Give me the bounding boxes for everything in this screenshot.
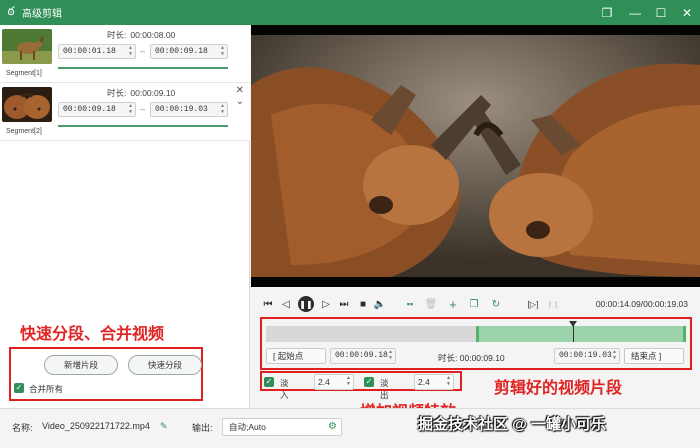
merge-all-label: 合并所有 [29,384,64,394]
segment-duration: 时长: 00:00:08.00 [107,30,176,40]
range-dash: – [140,104,146,114]
range-editor: [ 起始点 00:00:09.18 ▲ ▼ 时长: 00:00:09.10 00:0… [264,345,688,367]
refresh-icon[interactable]: ↻ [489,297,503,311]
close-icon[interactable]: ✕ [674,0,700,25]
timeline-selection[interactable] [476,326,686,342]
segment-name: Segment[2] [6,128,42,135]
range-dash: – [140,46,146,56]
output-select[interactable]: 自动;Auto ⚙ [222,418,342,436]
window-title: 高级剪辑 [22,9,62,20]
segment-start-time[interactable]: 00:00:09.18 ▲ ▼ [58,102,136,117]
segment-start-time[interactable]: 00:00:01.18 ▲ ▼ [58,44,136,59]
fade-out-input[interactable]: 2.4 ▲ ▼ [414,374,454,390]
fade-in-checkbox[interactable]: ✓ [264,377,274,387]
maximize-icon[interactable]: ☐ [648,0,674,25]
close-icon[interactable]: ✕ [236,85,244,96]
range-end-time[interactable]: 00:00:19.03 ▲ ▼ [554,348,620,364]
playback-controls: ⏮ ◁ ❚❚ ▷ ⏭ ■ 🔈 ▪▪ 🗑 + ❐ ↻ [▷] [□] 00:00:… [251,293,700,315]
range-start-time[interactable]: 00:00:09.18 ▲ ▼ [330,348,396,364]
filename-label: 名称: [12,423,33,433]
annotation-right: 剪辑好的视频片段 [494,380,623,397]
mark-out-icon[interactable]: [□] [546,297,560,311]
set-start-button[interactable]: [ 起始点 [266,348,326,364]
segment-item[interactable]: Segment[1] 时长: 00:00:08.00 00:00:01.18 ▲ ▼ … [0,25,250,83]
fade-out-checkbox[interactable]: ✓ [364,377,374,387]
segment-end-time[interactable]: 00:00:19.03 ▲ ▼ [150,102,228,117]
delete-icon[interactable]: 🗑 [424,297,438,311]
chevron-down-icon[interactable]: ⌄ [236,96,244,107]
segment-panel: Segment[1] 时长: 00:00:08.00 00:00:01.18 ▲ ▼ … [0,25,250,408]
add-icon[interactable]: + [446,297,460,312]
minimize-icon[interactable]: — [622,0,648,25]
segment-thumbnail [2,29,52,64]
segment-name: Segment[1] [6,70,42,77]
step-back-icon[interactable]: ◁ [279,297,293,311]
merge-all-checkbox[interactable]: ✓ [14,383,24,393]
fade-in-label: 淡入 [280,378,289,400]
restore-icon[interactable]: ❐ [594,0,620,25]
video-preview[interactable] [251,25,700,287]
skip-start-icon[interactable]: ⏮ [261,297,275,311]
mark-in-icon[interactable]: [▷] [526,297,540,311]
split-icon[interactable]: ▪▪ [403,297,417,311]
segment-end-time[interactable]: 00:00:09.18 ▲ ▼ [150,44,228,59]
step-forward-icon[interactable]: ▷ [319,297,333,311]
add-segment-button[interactable]: 新增片段 [44,355,118,375]
filename-value: Video_250922171722.mp4 [42,421,150,431]
segment-thumbnail [2,87,52,122]
timeline-track[interactable] [266,321,686,342]
annotation-left: 快速分段、合并视频 [20,326,165,343]
copy-icon[interactable]: ❐ [467,297,481,311]
segment-progress [58,125,228,127]
segment-progress [58,67,228,69]
playhead-marker [568,321,577,327]
fade-in-input[interactable]: 2.4 ▲ ▼ [314,374,354,390]
skip-end-icon[interactable]: ⏭ [337,297,351,311]
time-counter: 00:00:14.09/00:00:19.03 [595,299,688,309]
quick-split-button[interactable]: 快速分段 [128,355,202,375]
gear-icon[interactable]: ⚙ [328,419,337,435]
watermark: 掘金技术社区 @ 一罐小可乐 [418,416,606,433]
range-duration: 时长: 00:00:09.10 [438,353,505,363]
volume-icon[interactable]: 🔈 [373,297,387,311]
rabbit-logo-icon: ఠ [7,4,15,18]
output-label: 输出: [192,423,213,433]
segment-item[interactable]: Segment[2] 时长: 00:00:09.10 00:00:09.18 ▲ ▼ … [0,83,250,141]
segment-duration: 时长: 00:00:09.10 [107,88,176,98]
pause-icon[interactable]: ❚❚ [298,296,314,312]
set-end-button[interactable]: 结束点 ] [624,348,684,364]
stop-icon[interactable]: ■ [356,297,370,311]
edit-icon[interactable]: ✎ [160,421,168,432]
